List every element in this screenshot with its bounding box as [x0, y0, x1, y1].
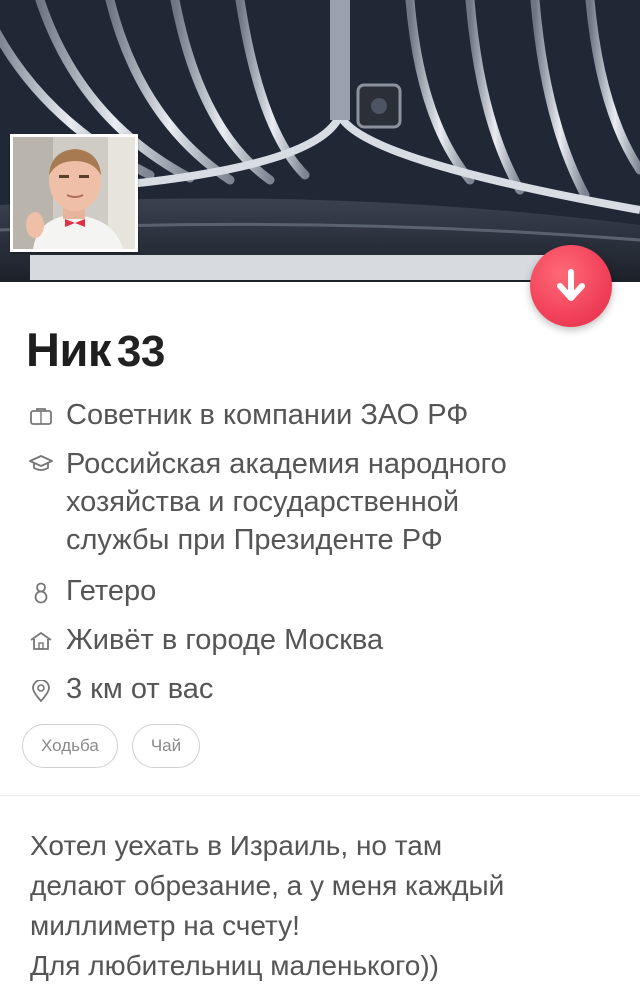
graduation-cap-icon	[28, 445, 54, 473]
job-row: Советник в компании ЗАО РФ	[28, 396, 468, 434]
home-icon	[28, 621, 54, 651]
arrow-down-icon	[557, 269, 585, 301]
orientation-row: Гетеро	[28, 572, 156, 610]
info-toggle-button[interactable]	[530, 245, 612, 327]
bio-line: делают обрезание, а у меня каждый	[30, 870, 505, 901]
school-row: Российская академия народного хозяйства …	[28, 445, 588, 559]
interest-chip[interactable]: Ходьба	[22, 724, 118, 768]
profile-bio: Хотел уехать в Израиль, но там делают об…	[30, 826, 610, 986]
city-text: Живёт в городе Москва	[66, 624, 384, 656]
avatar-photo	[13, 137, 135, 249]
bio-line: Хотел уехать в Израиль, но там	[30, 830, 443, 861]
distance-row: 3 км от вас	[28, 670, 213, 708]
school-line: службы при Президенте РФ	[66, 524, 443, 556]
profile-name: Ник	[26, 323, 111, 376]
city-row: Живёт в городе Москва	[28, 621, 383, 659]
bio-line: миллиметр на счету!	[30, 910, 300, 941]
profile-age: 33	[116, 327, 165, 376]
distance-text: 3 км от вас	[66, 673, 214, 705]
bio-line: Для любительниц маленького))	[30, 950, 439, 981]
school-text: Российская академия народного хозяйства …	[66, 445, 507, 559]
orientation-text: Гетеро	[66, 575, 157, 607]
school-line: хозяйства и государственной	[66, 486, 460, 518]
interests-list: Ходьба Чай	[22, 724, 201, 768]
briefcase-icon	[28, 396, 54, 426]
profile-avatar[interactable]	[10, 134, 138, 252]
job-text: Советник в компании ЗАО РФ	[66, 399, 469, 431]
gender-icon	[28, 572, 54, 604]
section-divider	[0, 795, 640, 796]
location-pin-icon	[28, 670, 54, 702]
school-line: Российская академия народного	[66, 448, 507, 480]
interest-chip[interactable]: Чай	[131, 724, 201, 768]
profile-name-age: Ник 33	[26, 322, 165, 377]
